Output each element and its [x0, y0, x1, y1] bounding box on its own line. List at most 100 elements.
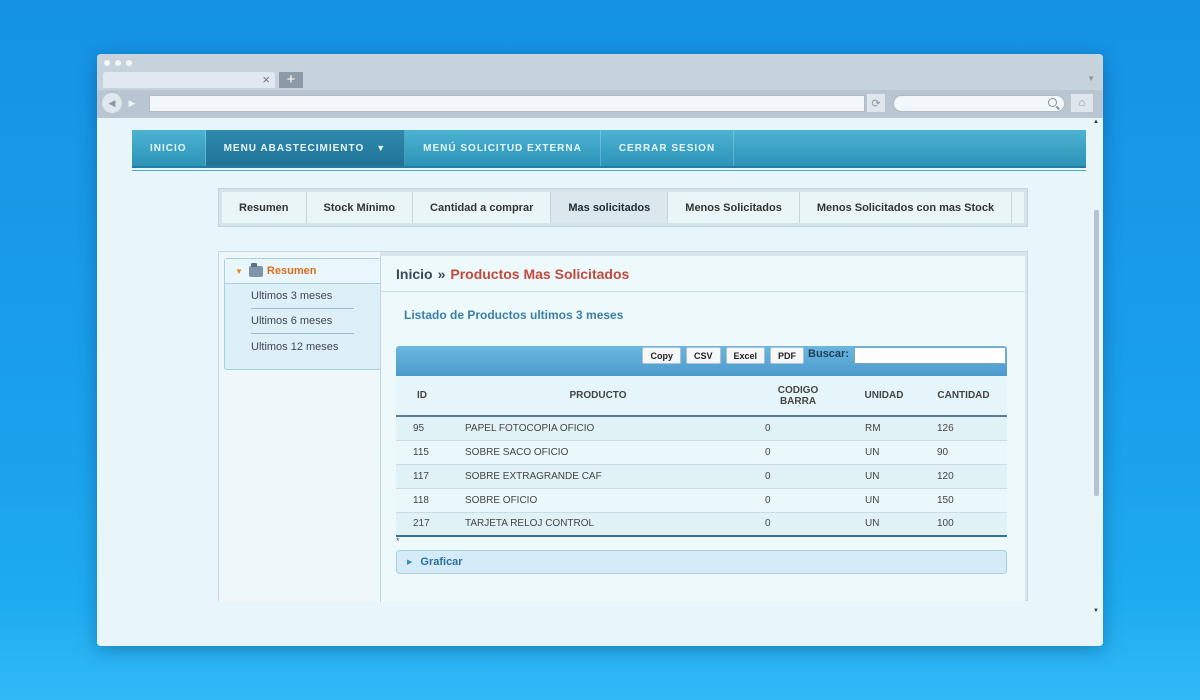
cell-codigo: 0	[748, 416, 848, 441]
cell-unidad: UN	[848, 464, 920, 489]
page-viewport: ▲ ▼ INICIO MENU ABASTECIMIENTO ▼ MENÚ SO…	[97, 118, 1103, 646]
forward-icon[interactable]: ▶	[122, 93, 142, 113]
column-header-cantidad[interactable]: CANTIDAD	[920, 376, 1007, 417]
cell-producto: SOBRE OFICIO	[448, 488, 748, 513]
tab-close-icon[interactable]: ×	[262, 72, 270, 88]
graficar-label: Graficar	[420, 556, 463, 568]
nav-item-label: INICIO	[150, 142, 187, 154]
main-panel: ▼ Resumen Ultimos 3 meses Ultimos 6 mese…	[218, 251, 1028, 602]
nav-item-menu-solicitud-externa[interactable]: MENÚ SOLICITUD EXTERNA	[405, 130, 601, 166]
main-navigation: INICIO MENU ABASTECIMIENTO ▼ MENÚ SOLICI…	[132, 130, 1086, 168]
nav-item-inicio[interactable]: INICIO	[132, 130, 206, 166]
column-header-id[interactable]: ID	[396, 376, 448, 417]
cell-id: 217	[396, 512, 448, 537]
nav-item-label: MENU ABASTECIMIENTO	[223, 142, 365, 154]
header-line: BARRA	[779, 395, 817, 407]
report-tabs-inner: Resumen Stock Mínimo Cantidad a comprar …	[222, 192, 1024, 223]
cell-codigo: 0	[748, 464, 848, 489]
list-title: Listado de Productos ultimos 3 meses	[404, 308, 624, 322]
cell-id: 118	[396, 488, 448, 513]
browser-window: × + ▼ ◀ ▶ ⟳ ⌂ ▲ ▼ INICIO MENU ABASTECIMI…	[97, 54, 1103, 646]
nav-item-cerrar-sesion[interactable]: CERRAR SESION	[601, 130, 735, 166]
cell-codigo: 0	[748, 488, 848, 513]
tab-menos-solicitados-con-mas-stock[interactable]: Menos Solicitados con mas Stock	[800, 192, 1013, 223]
sidebar-item-ultimos-3-meses[interactable]: Ultimos 3 meses	[251, 284, 354, 309]
close-window-dot[interactable]	[104, 60, 110, 66]
tab-cantidad-a-comprar[interactable]: Cantidad a comprar	[413, 192, 552, 223]
folder-icon	[248, 262, 263, 277]
browser-chrome: × + ▼ ◀ ▶ ⟳ ⌂	[97, 54, 1103, 118]
cell-producto: SOBRE SACO OFICIO	[448, 440, 748, 465]
tab-menos-solicitados[interactable]: Menos Solicitados	[668, 192, 800, 223]
browser-toolbar: ◀ ▶ ⟳ ⌂	[97, 90, 1103, 118]
tab-mas-solicitados[interactable]: Mas solicitados	[551, 192, 669, 223]
chevron-down-icon: ▼	[376, 143, 387, 153]
cell-cantidad: 120	[920, 464, 1007, 489]
copy-button[interactable]: Copy	[642, 347, 681, 364]
table-header-row: ID PRODUCTO CODIGO BARRA UNIDAD CANTIDAD	[396, 376, 1007, 417]
table-row[interactable]: 217 TARJETA RELOJ CONTROL 0 UN 100	[396, 512, 1007, 537]
expand-arrow-icon: ▼	[235, 266, 243, 276]
nav-divider	[132, 170, 1086, 171]
reload-icon[interactable]: ⟳	[867, 94, 885, 112]
header-line: CODIGO	[777, 384, 819, 396]
products-table: ID PRODUCTO CODIGO BARRA UNIDAD CANTIDAD	[396, 376, 1007, 537]
tab-resumen[interactable]: Resumen	[222, 192, 307, 223]
cell-id: 115	[396, 440, 448, 465]
nav-item-label: MENÚ SOLICITUD EXTERNA	[423, 142, 582, 154]
breadcrumb: Inicio » Productos Mas Solicitados	[381, 256, 1025, 292]
table-row[interactable]: 118 SOBRE OFICIO 0 UN 150	[396, 488, 1007, 513]
scrollbar-thumb[interactable]	[1094, 210, 1099, 496]
report-tabs: Resumen Stock Mínimo Cantidad a comprar …	[218, 188, 1028, 227]
cell-unidad: UN	[848, 440, 920, 465]
search-icon	[1048, 98, 1057, 107]
cell-cantidad: 90	[920, 440, 1007, 465]
address-bar[interactable]	[149, 95, 865, 112]
back-icon[interactable]: ◀	[102, 93, 122, 113]
sidebar-header[interactable]: ▼ Resumen	[225, 259, 380, 284]
content-area: Inicio » Productos Mas Solicitados Lista…	[380, 256, 1025, 602]
sidebar-item-ultimos-12-meses[interactable]: Ultimos 12 meses	[251, 334, 354, 359]
cell-codigo: 0	[748, 512, 848, 537]
table-row[interactable]: 117 SOBRE EXTRAGRANDE CAF 0 UN 120	[396, 464, 1007, 489]
browser-search-input[interactable]	[893, 95, 1065, 112]
table-search-input[interactable]	[854, 347, 1006, 364]
nav-item-label: CERRAR SESION	[618, 142, 716, 154]
sidebar-accordion: ▼ Resumen Ultimos 3 meses Ultimos 6 mese…	[224, 258, 381, 370]
tab-stock-minimo[interactable]: Stock Mínimo	[307, 192, 414, 223]
vertical-scrollbar[interactable]: ▲ ▼	[1093, 119, 1100, 614]
browser-tab[interactable]: ×	[103, 72, 275, 88]
minimize-window-dot[interactable]	[115, 60, 121, 66]
scroll-up-icon[interactable]: ▲	[1093, 119, 1099, 125]
breadcrumb-separator: »	[437, 265, 446, 282]
nav-item-menu-abastecimiento[interactable]: MENU ABASTECIMIENTO ▼	[205, 130, 406, 166]
home-icon[interactable]: ⌂	[1071, 94, 1093, 112]
scroll-down-icon[interactable]: ▼	[1093, 608, 1099, 614]
csv-button[interactable]: CSV	[685, 347, 721, 364]
table-footnote: *	[396, 536, 400, 546]
search-label: Buscar:	[808, 348, 849, 360]
cell-codigo: 0	[748, 440, 848, 465]
excel-button[interactable]: Excel	[725, 347, 766, 364]
breadcrumb-home-link[interactable]: Inicio	[396, 266, 433, 282]
cell-cantidad: 150	[920, 488, 1007, 513]
maximize-window-dot[interactable]	[126, 60, 132, 66]
cell-producto: TARJETA RELOJ CONTROL	[448, 512, 748, 537]
tabs-menu-icon[interactable]: ▼	[1087, 74, 1095, 83]
sidebar-title: Resumen	[266, 265, 317, 277]
pdf-button[interactable]: PDF	[770, 347, 805, 364]
column-header-codigo-barra[interactable]: CODIGO BARRA	[748, 376, 848, 417]
cell-unidad: UN	[848, 512, 920, 537]
sidebar-item-ultimos-6-meses[interactable]: Ultimos 6 meses	[251, 309, 354, 334]
window-controls	[104, 60, 132, 66]
column-header-producto[interactable]: PRODUCTO	[448, 376, 748, 417]
column-header-unidad[interactable]: UNIDAD	[848, 376, 920, 417]
table-row[interactable]: 95 PAPEL FOTOCOPIA OFICIO 0 RM 126	[396, 416, 1007, 441]
cell-cantidad: 100	[920, 512, 1007, 537]
cell-id: 95	[396, 416, 448, 441]
table-row[interactable]: 115 SOBRE SACO OFICIO 0 UN 90	[396, 440, 1007, 465]
new-tab-button[interactable]: +	[279, 72, 303, 88]
graficar-accordion[interactable]: ▶ Graficar	[396, 550, 1007, 574]
cell-id: 117	[396, 464, 448, 489]
table-toolbar: Copy CSV Excel PDF Buscar:	[396, 346, 1007, 376]
